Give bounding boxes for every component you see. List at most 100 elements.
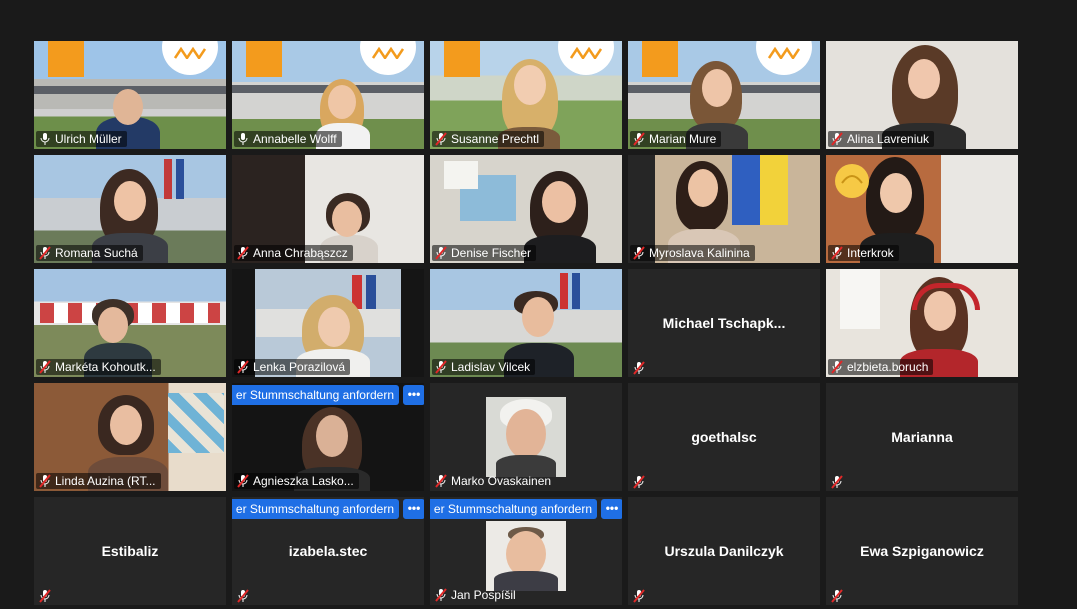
muted-microphone-icon (435, 474, 447, 488)
video-tile[interactable]: Interkrok (826, 155, 1018, 263)
video-tile[interactable]: Urszula Danilczyk (628, 497, 820, 605)
request-unmute-button[interactable]: er Stummschaltung anfordern (232, 385, 399, 405)
name-banner (246, 41, 282, 77)
name-banner (444, 41, 480, 77)
participant-name: Annabelle Wolff (253, 132, 337, 146)
muted-microphone-icon (633, 589, 645, 603)
participant-name: Marian Mure (649, 132, 717, 146)
name-banner (48, 41, 84, 77)
microphone-icon (238, 133, 248, 145)
participant-name: Susanne Prechtl (451, 132, 540, 146)
university-logo-icon (768, 47, 800, 59)
muted-microphone-icon (435, 246, 447, 260)
participant-display-name: Estibaliz (101, 543, 159, 559)
request-unmute-button[interactable]: er Stummschaltung anfordern (232, 499, 399, 519)
participant-name-label: Romana Suchá (36, 245, 143, 261)
video-tile[interactable]: goethalsc (628, 383, 820, 491)
video-tile[interactable]: elzbieta.boruch (826, 269, 1018, 377)
video-tile[interactable]: er Stummschaltung anfordern ••• Agnieszk… (232, 383, 424, 491)
participant-name-label: Lenka Porazilová (234, 359, 351, 375)
video-tile[interactable]: Marianna (826, 383, 1018, 491)
request-unmute-button[interactable]: er Stummschaltung anfordern (430, 499, 597, 519)
participant-name: Interkrok (847, 246, 894, 260)
participant-name: Markéta Kohoutk... (55, 360, 156, 374)
video-tile[interactable]: Marian Mure (628, 41, 820, 149)
participant-display-name: Urszula Danilczyk (664, 543, 784, 559)
participant-name-label: Jan Pospíšil (432, 587, 521, 603)
participant-name: Ulrich Müller (55, 132, 122, 146)
muted-microphone-icon (435, 588, 447, 602)
participant-name-label: Marian Mure (630, 131, 722, 147)
muted-microphone-icon (237, 474, 249, 488)
muted-microphone-icon (633, 246, 645, 260)
muted-microphone-icon (633, 132, 645, 146)
video-tile[interactable]: Annabelle Wolff (232, 41, 424, 149)
participant-name-label (630, 475, 650, 489)
university-logo-icon (570, 47, 602, 59)
participant-name-label (828, 589, 848, 603)
participant-name-label (36, 589, 56, 603)
participant-name-label: Ulrich Müller (36, 131, 127, 147)
video-tile[interactable]: Linda Auzina (RT... (34, 383, 226, 491)
participant-name-label: Alina Lavreniuk (828, 131, 935, 147)
video-tile[interactable]: er Stummschaltung anfordern ••• Jan Posp… (430, 497, 622, 605)
participant-name: Ladislav Vilcek (451, 360, 531, 374)
participant-name-label: Myroslava Kalinina (630, 245, 755, 261)
unmute-request-bar: er Stummschaltung anfordern ••• (232, 499, 424, 519)
participant-name: Myroslava Kalinina (649, 246, 750, 260)
muted-microphone-icon (237, 246, 249, 260)
more-options-button[interactable]: ••• (403, 385, 424, 405)
video-tile[interactable]: Ewa Szpiganowicz (826, 497, 1018, 605)
video-tile[interactable]: Romana Suchá (34, 155, 226, 263)
participant-name-label: Annabelle Wolff (234, 131, 342, 147)
participant-name-label (828, 475, 848, 489)
video-tile[interactable]: Ulrich Müller (34, 41, 226, 149)
participant-name-label: Denise Fischer (432, 245, 537, 261)
unmute-request-bar: er Stummschaltung anfordern ••• (232, 385, 424, 405)
participant-name-label: Agnieszka Lasko... (234, 473, 359, 489)
participant-display-name: izabela.stec (288, 543, 368, 559)
video-tile[interactable]: er Stummschaltung anfordern ••• izabela.… (232, 497, 424, 605)
participant-name-label: Markéta Kohoutk... (36, 359, 161, 375)
participant-name-label: Susanne Prechtl (432, 131, 545, 147)
participant-name: Jan Pospíšil (451, 588, 516, 602)
muted-microphone-icon (831, 132, 843, 146)
video-tile[interactable]: Denise Fischer (430, 155, 622, 263)
video-tile[interactable]: Anna Chrabąszcz (232, 155, 424, 263)
muted-microphone-icon (435, 132, 447, 146)
video-tile[interactable]: Alina Lavreniuk (826, 41, 1018, 149)
more-options-button[interactable]: ••• (601, 499, 622, 519)
video-tile[interactable]: Lenka Porazilová (232, 269, 424, 377)
muted-microphone-icon (831, 589, 843, 603)
participant-name: Agnieszka Lasko... (253, 474, 354, 488)
muted-microphone-icon (435, 360, 447, 374)
profile-photo (486, 397, 566, 477)
participant-name: Romana Suchá (55, 246, 138, 260)
participant-name-label (234, 589, 254, 603)
participant-name-label: Anna Chrabąszcz (234, 245, 353, 261)
profile-photo (486, 521, 566, 591)
video-tile[interactable]: Susanne Prechtl (430, 41, 622, 149)
muted-microphone-icon (831, 475, 843, 489)
microphone-icon (40, 133, 50, 145)
video-tile[interactable]: Estibaliz (34, 497, 226, 605)
muted-microphone-icon (831, 360, 843, 374)
video-tile[interactable]: Michael Tschapk... (628, 269, 820, 377)
muted-microphone-icon (831, 246, 843, 260)
more-options-button[interactable]: ••• (403, 499, 424, 519)
muted-microphone-icon (237, 360, 249, 374)
video-tile[interactable]: Myroslava Kalinina (628, 155, 820, 263)
participant-display-name: Marianna (891, 429, 953, 445)
video-tile[interactable]: Ladislav Vilcek (430, 269, 622, 377)
participant-name: elzbieta.boruch (847, 360, 929, 374)
muted-microphone-icon (39, 246, 51, 260)
participant-name: Denise Fischer (451, 246, 532, 260)
video-tile[interactable]: Markéta Kohoutk... (34, 269, 226, 377)
participant-name: Marko Ovaskainen (451, 474, 552, 488)
muted-microphone-icon (237, 589, 249, 603)
video-tile[interactable]: Marko Ovaskainen (430, 383, 622, 491)
participant-name-label: Linda Auzina (RT... (36, 473, 161, 489)
participant-name-label (630, 361, 650, 375)
participant-name: Anna Chrabąszcz (253, 246, 348, 260)
participant-name-label: Ladislav Vilcek (432, 359, 536, 375)
